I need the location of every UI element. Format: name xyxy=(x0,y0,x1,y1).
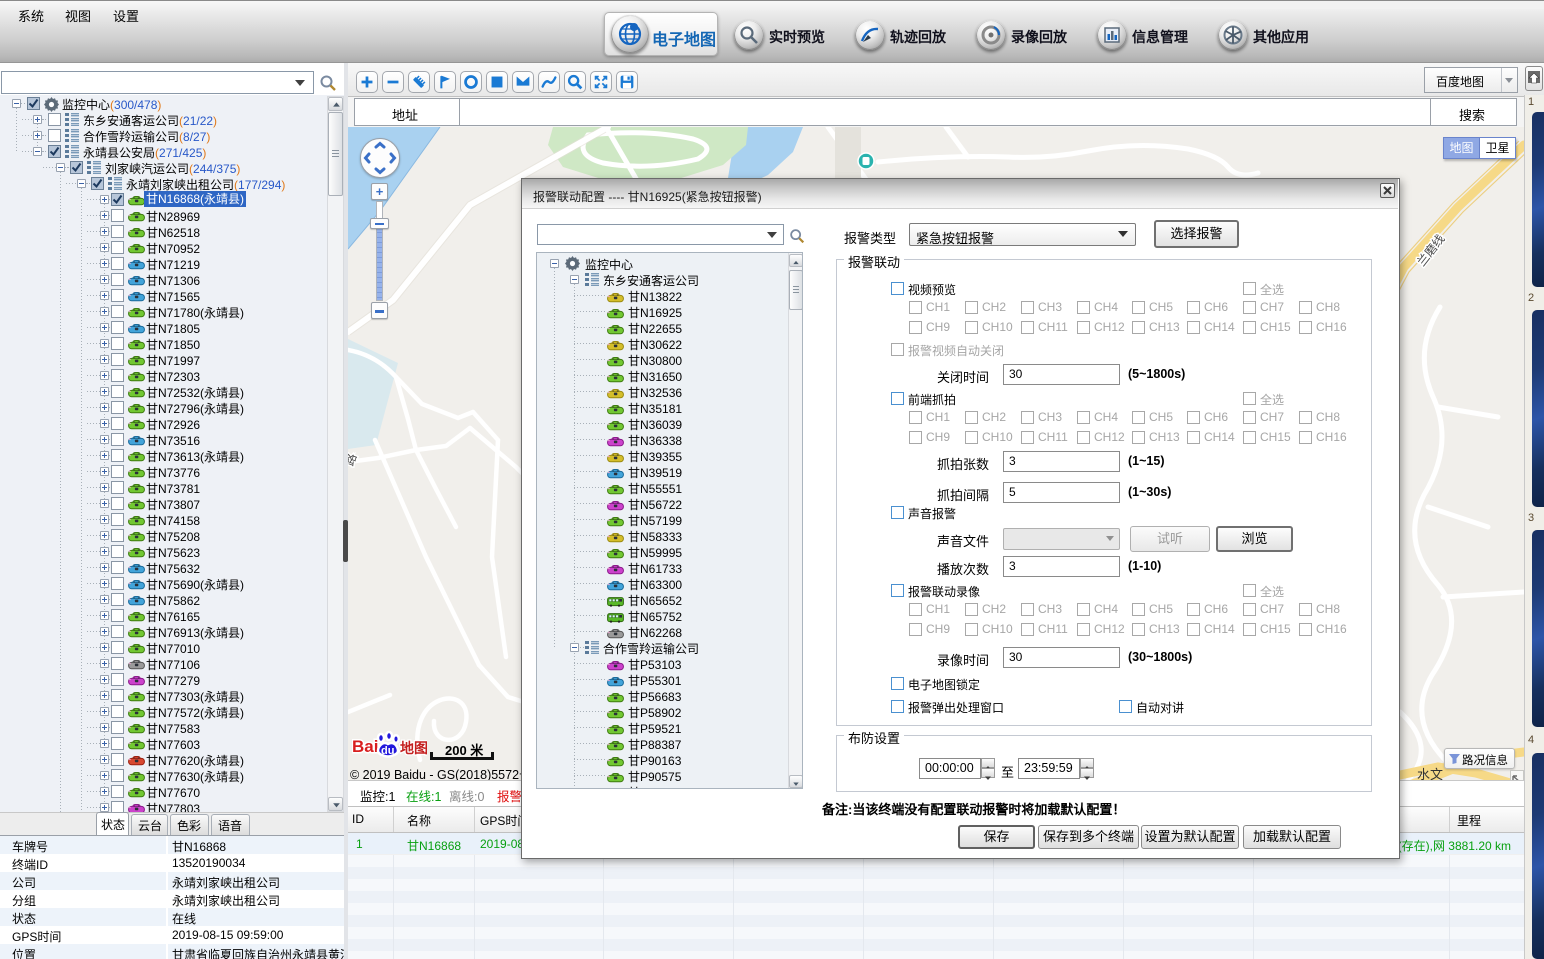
svg-text:地图: 地图 xyxy=(400,740,427,756)
svg-text:Bai: Bai xyxy=(352,737,378,756)
svg-text:du: du xyxy=(381,745,394,757)
svg-text:水文: 水文 xyxy=(1417,767,1443,780)
